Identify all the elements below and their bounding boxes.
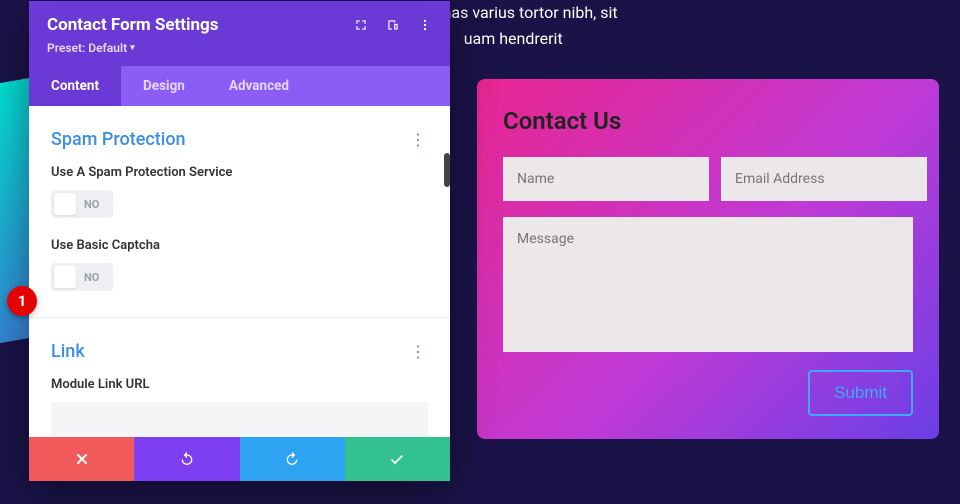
tab-content[interactable]: Content [29, 66, 121, 106]
section-title-link: Link [51, 341, 85, 362]
contact-form-preview: Contact Us Submit [477, 79, 939, 439]
panel-header: Contact Form Settings Preset: Default [29, 1, 450, 66]
opt-module-link-label: Module Link URL [51, 377, 428, 392]
toggle-knob [54, 193, 76, 215]
step-badge: 1 [7, 286, 37, 316]
toggle-knob [54, 266, 76, 288]
tab-design[interactable]: Design [121, 66, 207, 106]
toggle-label-no: NO [84, 198, 99, 211]
undo-button[interactable] [134, 437, 239, 481]
cancel-button[interactable] [29, 437, 134, 481]
section-options-spam[interactable]: ⋮ [408, 128, 428, 151]
section-title-spam: Spam Protection [51, 129, 186, 150]
toggle-captcha[interactable]: NO [51, 263, 113, 291]
preset-dropdown[interactable]: Preset: Default [47, 41, 135, 55]
redo-button[interactable] [240, 437, 345, 481]
scrollbar-thumb[interactable] [444, 153, 450, 187]
settings-panel: Contact Form Settings Preset: Default Co… [29, 1, 450, 481]
form-heading: Contact Us [503, 107, 913, 135]
expand-icon[interactable] [354, 18, 368, 32]
section-link: Link ⋮ Module Link URL [29, 318, 450, 437]
responsive-icon[interactable] [386, 18, 400, 32]
section-options-link[interactable]: ⋮ [408, 340, 428, 363]
opt-spam-service-label: Use A Spam Protection Service [51, 165, 428, 180]
toggle-spam-service[interactable]: NO [51, 190, 113, 218]
tab-advanced[interactable]: Advanced [207, 66, 311, 106]
name-field[interactable] [503, 157, 709, 201]
section-spam: Spam Protection ⋮ Use A Spam Protection … [29, 106, 450, 318]
panel-actions [29, 437, 450, 481]
panel-title: Contact Form Settings [47, 15, 219, 35]
message-field[interactable] [503, 217, 913, 352]
module-link-url-input[interactable] [51, 402, 428, 437]
submit-button[interactable]: Submit [808, 370, 913, 416]
save-button[interactable] [345, 437, 450, 481]
opt-captcha-label: Use Basic Captcha [51, 238, 428, 253]
toggle-label-no: NO [84, 271, 99, 284]
more-icon[interactable] [418, 18, 432, 32]
email-field[interactable] [721, 157, 927, 201]
panel-tabs: Content Design Advanced [29, 66, 450, 106]
panel-body: Spam Protection ⋮ Use A Spam Protection … [29, 106, 450, 437]
bg-line2b: uam hendrerit [464, 29, 563, 48]
